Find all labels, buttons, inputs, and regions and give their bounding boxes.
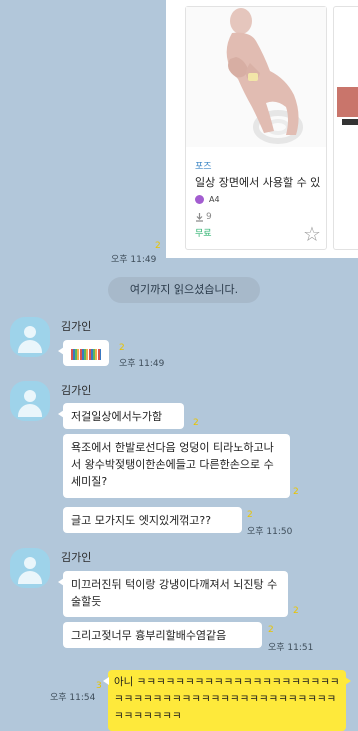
message-time: 오후 11:50 <box>247 527 293 537</box>
sender-name: 김가인 <box>61 384 92 397</box>
sender-name: 김가인 <box>61 551 92 564</box>
message-bubble[interactable]: 욕조에서 한발로선다음 엉덩이 티라노하고나서 왕수박젖탱이한손에들고 다른한손… <box>63 434 290 498</box>
message-bubble[interactable]: 미끄러진뒤 턱이랑 강냉이다깨져서 뇌진탕 수술할듯 <box>58 571 288 617</box>
author-name: A4 <box>209 195 220 204</box>
unread-count: 2 <box>268 625 274 635</box>
card-author: A4 <box>195 195 220 204</box>
default-profile-icon[interactable] <box>10 548 50 588</box>
message-time: 오후 11:51 <box>268 643 314 653</box>
message-bubble[interactable]: 그리고젖너무 흉부리할배수염같음 <box>63 622 262 648</box>
unread-count: 2 <box>119 343 125 353</box>
pose-figure-image[interactable] <box>186 7 326 147</box>
star-icon[interactable]: ☆ <box>303 224 321 244</box>
card-category-tag: 포즈 <box>195 162 212 172</box>
unread-count: 2 <box>293 487 299 497</box>
my-message-bubble[interactable]: 아니 ㅋㅋㅋㅋㅋㅋㅋㅋㅋㅋㅋㅋㅋㅋㅋㅋㅋㅋㅋㅋㅋㅋㅋㅋㅋㅋㅋㅋㅋㅋㅋㅋㅋㅋㅋㅋㅋ… <box>103 670 351 731</box>
default-profile-icon[interactable] <box>10 381 50 421</box>
download-count-value: 9 <box>206 212 212 222</box>
unread-count: 2 <box>247 510 253 520</box>
card-title[interactable]: 일상 장면에서 사용할 수 있 <box>195 174 320 190</box>
message-bubble[interactable]: 저걸일상에서누가함 <box>58 403 184 429</box>
unread-count: 2 <box>193 418 199 428</box>
unread-count: 3 <box>96 681 102 691</box>
read-up-to-here-notice: 여기까지 읽으셨습니다. <box>108 277 260 303</box>
message-time: 오후 11:49 <box>111 255 157 265</box>
default-profile-icon[interactable] <box>10 317 50 357</box>
message-bubble[interactable] <box>58 340 109 366</box>
unread-count: 2 <box>293 606 299 616</box>
author-avatar <box>195 195 204 204</box>
download-icon <box>196 212 203 222</box>
sender-name: 김가인 <box>61 320 92 333</box>
unread-count: 2 <box>155 241 161 251</box>
next-card-peek[interactable] <box>333 6 358 250</box>
message-time: 오후 11:54 <box>50 693 96 703</box>
card-price: 무료 <box>195 229 212 239</box>
censored-text-icon <box>71 348 101 360</box>
message-time: 오후 11:49 <box>119 359 165 369</box>
message-bubble[interactable]: 글고 모가지도 엣지있게꺾고?? <box>63 507 242 533</box>
download-count: 9 <box>195 212 212 222</box>
